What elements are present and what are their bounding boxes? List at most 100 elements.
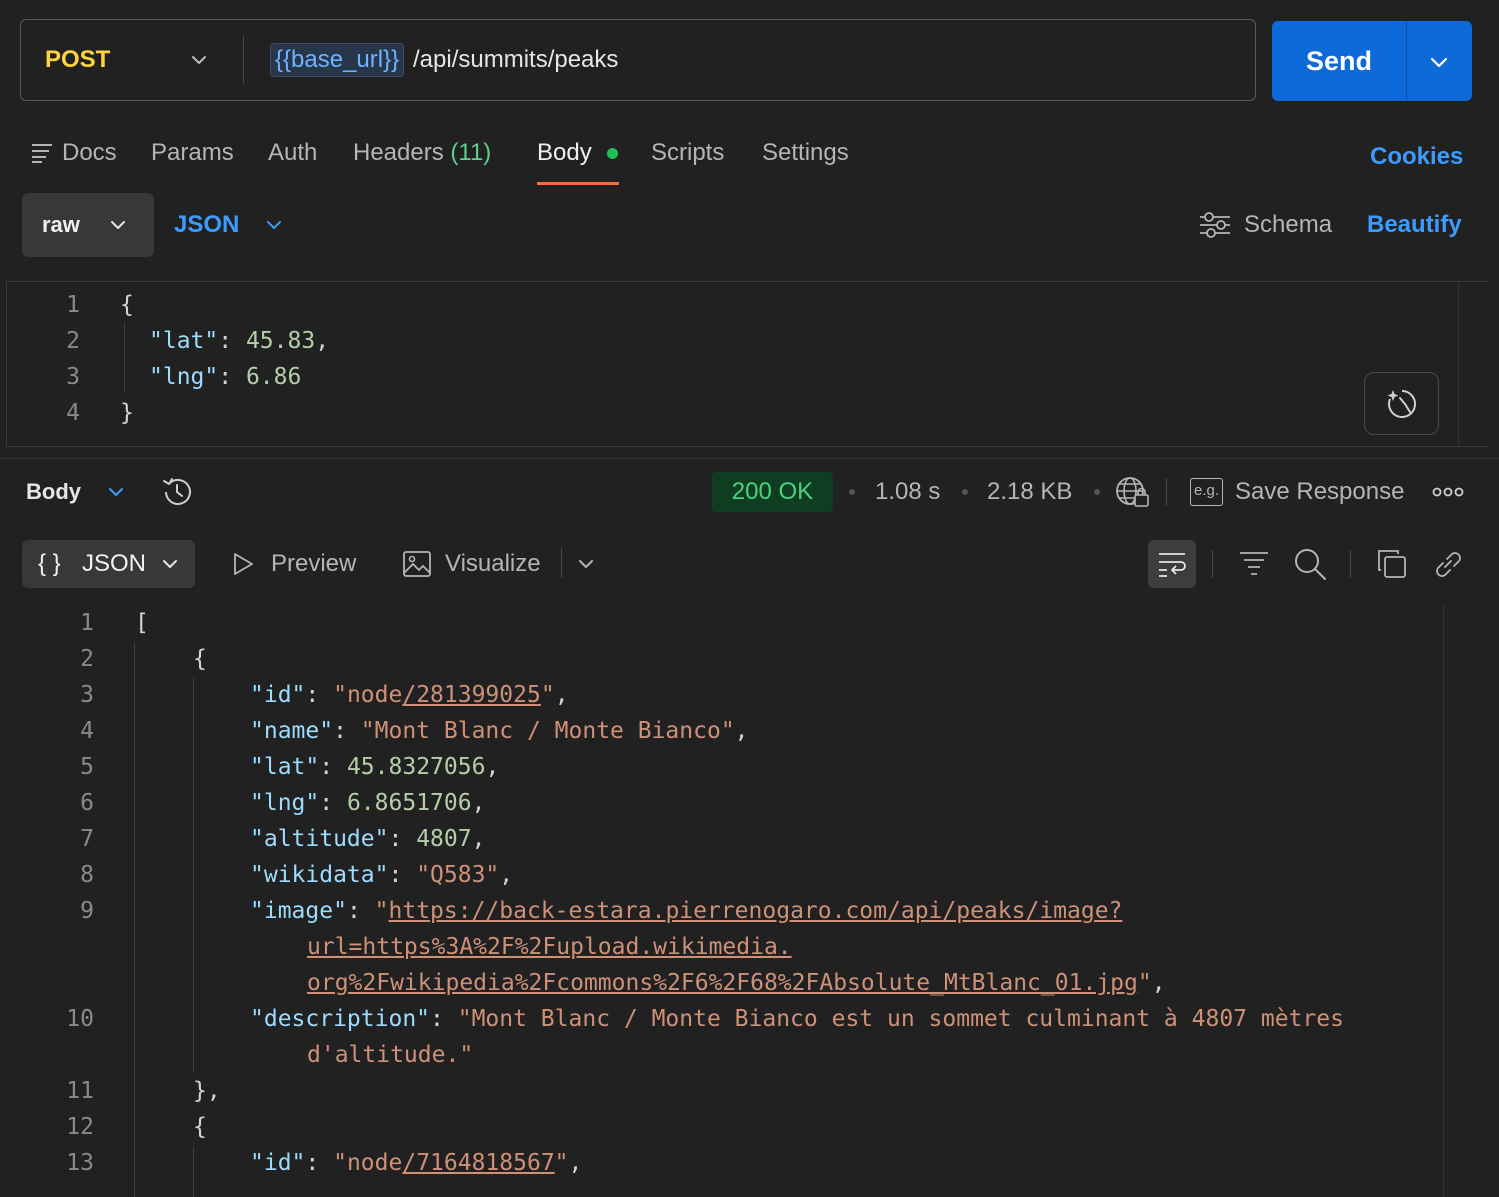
scrollbar[interactable] (1458, 283, 1459, 445)
json-string: d'altitude." (307, 1042, 474, 1068)
code-line-wrapped: d'altitude." (307, 1037, 473, 1073)
scrollbar[interactable] (1443, 604, 1444, 1197)
indent-guide (193, 678, 194, 1072)
response-time[interactable]: 1.08 s (875, 474, 940, 510)
ai-assist-button[interactable] (1364, 372, 1439, 435)
separator-dot (962, 489, 968, 495)
code-line-wrapped: url=https%3A%2F%2Fupload.wikimedia. (307, 929, 792, 965)
indent-guide (124, 322, 125, 392)
chevron-down-icon (111, 221, 125, 229)
chevron-down-icon[interactable] (576, 554, 596, 574)
beautify-button[interactable]: Beautify (1367, 193, 1462, 257)
more-options-icon[interactable] (1432, 482, 1464, 502)
cookies-link[interactable]: Cookies (1370, 140, 1463, 174)
panel-divider[interactable] (0, 458, 1499, 459)
url-input[interactable]: /api/summits/peaks (413, 43, 618, 77)
code-brace: { (193, 1114, 207, 1140)
play-icon[interactable] (230, 551, 256, 577)
line-number: 4 (80, 718, 94, 744)
body-mode-select[interactable]: raw (22, 193, 154, 257)
chevron-down-icon[interactable] (264, 215, 284, 235)
chevron-down-icon[interactable] (189, 50, 209, 70)
line-number: 3 (80, 682, 94, 708)
json-number: 6.86 (245, 364, 302, 390)
response-format-select[interactable]: { } JSON (22, 540, 195, 588)
json-link[interactable]: /281399025 (402, 682, 540, 708)
response-size[interactable]: 2.18 KB (987, 474, 1072, 510)
tab-headers[interactable]: Headers (11) (353, 134, 491, 174)
divider (1350, 550, 1351, 578)
search-icon[interactable] (1293, 547, 1327, 581)
line-number: 1 (80, 610, 94, 636)
json-link[interactable]: org%2Fwikipedia%2Fcommons%2F6%2F68%2FAbs… (307, 970, 1138, 996)
indent-guide (193, 1146, 194, 1197)
save-response-button[interactable]: Save Response (1235, 474, 1404, 510)
line-number: 5 (80, 754, 94, 780)
schema-button[interactable]: Schema (1244, 193, 1332, 257)
tab-auth[interactable]: Auth (268, 134, 317, 174)
line-number: 13 (66, 1150, 94, 1176)
divider (1166, 478, 1167, 506)
sparkle-icon (1387, 390, 1416, 418)
separator-dot (1094, 489, 1100, 495)
tab-scripts[interactable]: Scripts (651, 134, 724, 174)
active-tab-indicator (537, 182, 619, 185)
status-badge[interactable]: 200 OK (712, 472, 833, 512)
url-variable[interactable]: {{base_url}} (270, 43, 405, 77)
sliders-icon[interactable] (1198, 210, 1232, 240)
example-icon[interactable]: e.g. (1190, 478, 1223, 506)
divider (243, 36, 244, 83)
line-number: 1 (66, 292, 80, 318)
tab-body[interactable]: Body (537, 134, 592, 174)
send-label[interactable]: Send (1272, 21, 1406, 101)
json-key: "image" (250, 898, 347, 924)
link-icon[interactable] (1432, 548, 1464, 580)
json-link[interactable]: url=https%3A%2F%2Fupload.wikimedia. (307, 934, 792, 960)
preview-tab[interactable]: Preview (271, 546, 356, 582)
line-number: 6 (80, 790, 94, 816)
response-section-select[interactable]: Body (26, 475, 81, 509)
divider (561, 548, 562, 578)
code-brace: } (120, 400, 134, 426)
braces-icon: { } (38, 550, 61, 577)
json-string: "Q583" (416, 862, 500, 888)
visualize-tab[interactable]: Visualize (445, 546, 541, 582)
line-number: 8 (80, 862, 94, 888)
tab-settings[interactable]: Settings (762, 134, 849, 174)
json-link[interactable]: https://back-estara.pierrenogaro.com/api… (389, 898, 1123, 924)
line-number: 3 (66, 364, 80, 390)
json-key: "name" (250, 718, 334, 744)
url-bar: POST {{base_url}} /api/summits/peaks (20, 19, 1256, 101)
code-line: "lat": 45.8327056, (250, 754, 500, 780)
filter-icon[interactable] (1238, 548, 1270, 580)
code-bracket: [ (135, 610, 149, 636)
image-icon[interactable] (402, 549, 432, 579)
tab-params[interactable]: Params (151, 134, 234, 174)
code-line-wrapped: org%2Fwikipedia%2Fcommons%2F6%2F68%2FAbs… (307, 970, 1166, 996)
copy-icon[interactable] (1376, 548, 1408, 580)
json-string: "Mont Blanc / Monte Bianco" (360, 718, 735, 744)
indent-guide (134, 642, 135, 1197)
network-globe-icon[interactable] (1115, 475, 1151, 509)
chevron-down-icon[interactable] (1428, 51, 1450, 73)
wrap-lines-icon (1159, 553, 1186, 577)
docs-icon[interactable] (31, 143, 53, 163)
send-button[interactable]: Send (1272, 21, 1472, 101)
separator-dot (849, 489, 855, 495)
json-key: "lat" (250, 754, 320, 780)
tab-docs[interactable]: Docs (62, 134, 117, 174)
code-brace: { (120, 292, 134, 318)
history-icon[interactable] (160, 475, 194, 509)
format-label: JSON (82, 550, 147, 577)
chevron-down-icon[interactable] (106, 482, 126, 502)
json-number: 4807 (416, 826, 472, 852)
json-link[interactable]: /7164818567 (402, 1150, 554, 1176)
body-language-select[interactable]: JSON (174, 193, 239, 257)
json-key: "altitude" (250, 826, 389, 852)
code-line: "name": "Mont Blanc / Monte Bianco", (250, 718, 749, 744)
json-string: "node (333, 682, 403, 708)
method-select[interactable]: POST (45, 20, 110, 99)
json-string: "Mont Blanc / Monte Bianco est un sommet… (457, 1006, 1344, 1032)
word-wrap-button[interactable] (1148, 540, 1196, 588)
json-key: "id" (250, 682, 306, 708)
